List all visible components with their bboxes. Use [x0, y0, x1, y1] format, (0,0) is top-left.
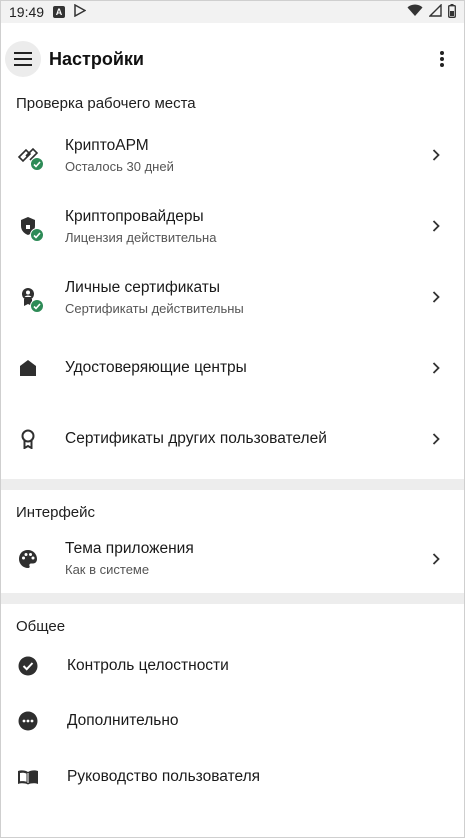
section-divider: [1, 593, 464, 604]
page-title: Настройки: [49, 48, 144, 69]
section-header-general: Общее: [16, 618, 66, 635]
wifi-icon: [407, 4, 423, 20]
battery-icon: [448, 3, 456, 21]
shield-lock-icon: [15, 213, 44, 242]
status-ok-badge: [30, 299, 44, 313]
open-book-icon: [15, 764, 41, 790]
menu-button[interactable]: [5, 41, 41, 77]
settings-item-integrity-control[interactable]: Контроль целостности: [1, 638, 464, 693]
chevron-right-icon: [432, 552, 440, 565]
award-icon: [15, 426, 41, 452]
status-time: 19:49: [9, 4, 45, 20]
more-horizontal-circle-icon: [15, 708, 41, 734]
item-subtitle: Как в системе: [65, 562, 150, 577]
chevron-right-icon: [432, 220, 440, 232]
settings-item-personal-certificates[interactable]: Личные сертификаты Сертификаты действите…: [1, 261, 464, 333]
settings-item-crypto-providers[interactable]: Криптопровайдеры Лицензия действительна: [1, 191, 464, 261]
item-title: КриптоАРМ: [65, 136, 149, 154]
status-ok-badge: [30, 157, 44, 171]
status-bar: 19:49 A: [1, 1, 464, 23]
more-options-button[interactable]: [424, 41, 460, 77]
item-title: Личные сертификаты: [65, 278, 220, 296]
hamburger-icon: [14, 52, 32, 66]
check-circle-icon: [15, 653, 41, 679]
chevron-right-icon: [432, 291, 440, 303]
palette-icon: [15, 546, 41, 572]
item-title: Руководство пользователя: [67, 767, 261, 785]
status-ok-badge: [30, 228, 44, 242]
item-title: Тема приложения: [65, 540, 194, 557]
settings-item-other-users-certificates[interactable]: Сертификаты других пользователей: [1, 403, 464, 475]
chevron-right-icon: [432, 149, 440, 161]
section-header-workplace: Проверка рабочего места: [16, 95, 196, 112]
app-bar: Настройки: [1, 23, 464, 95]
settings-item-certificate-authorities[interactable]: Удостоверяющие центры: [1, 333, 464, 403]
personal-certificate-icon: [15, 284, 44, 313]
item-title: Сертификаты других пользователей: [65, 430, 327, 447]
chevron-right-icon: [432, 362, 440, 374]
chevron-right-icon: [432, 433, 440, 445]
settings-item-app-theme[interactable]: Тема приложения Как в системе: [1, 524, 464, 593]
home-icon: [15, 355, 41, 381]
section-header-interface: Интерфейс: [16, 504, 96, 521]
section-divider: [1, 479, 464, 490]
signal-icon: [428, 3, 442, 20]
item-subtitle: Осталось 30 дней: [65, 158, 174, 174]
notification-a-icon: A: [53, 6, 66, 18]
settings-item-cryptoarm[interactable]: КриптоАРМ Осталось 30 дней: [1, 119, 464, 191]
more-vertical-icon: [440, 51, 444, 67]
item-title: Контроль целостности: [67, 656, 229, 674]
settings-item-user-guide[interactable]: Руководство пользователя: [1, 749, 464, 804]
item-title: Дополнительно: [67, 712, 179, 729]
item-title: Криптопровайдеры: [65, 207, 204, 225]
play-store-icon: [74, 3, 87, 20]
screen: 19:49 A Настройки Проверка рабочего мест…: [0, 0, 465, 838]
item-title: Удостоверяющие центры: [65, 359, 247, 376]
key-certificate-icon: [15, 142, 44, 171]
item-subtitle: Лицензия действительна: [65, 229, 217, 245]
settings-item-additional[interactable]: Дополнительно: [1, 693, 464, 749]
item-subtitle: Сертификаты действительны: [65, 300, 244, 316]
